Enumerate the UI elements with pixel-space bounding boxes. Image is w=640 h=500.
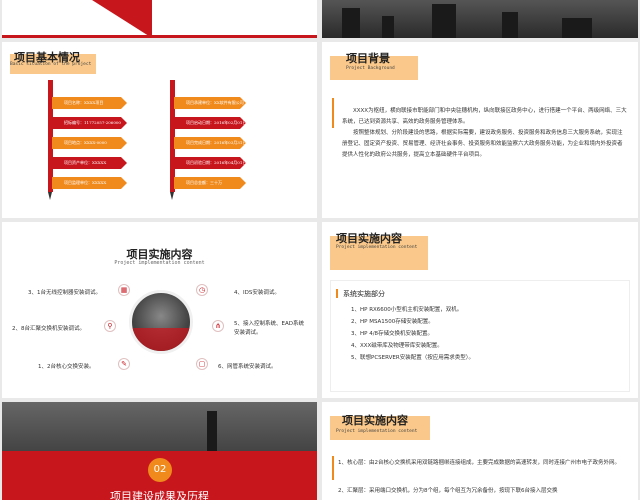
background-paragraph-1: XXXX为枢纽，横向联接市职能部门和中央驻穗机构，纵向联接区政务中心，进行搭建一… bbox=[342, 108, 627, 125]
list-item: 5、联想PCSERVER安装配置（按应用需求类型）。 bbox=[351, 355, 474, 361]
search-icon: ⚲ bbox=[104, 320, 116, 332]
accent-line bbox=[332, 456, 334, 480]
info-arrow: 项目初验日期：2016年04月01日 bbox=[174, 157, 246, 169]
slide-subtitle: Project implementation content bbox=[114, 260, 205, 266]
clock-icon: ◷ bbox=[196, 284, 208, 296]
impl-item: 2、8台汇聚交换机安装调试。 bbox=[12, 326, 85, 332]
pencil-left bbox=[48, 80, 53, 192]
impl-item: 6、网管系统安装调试。 bbox=[218, 364, 277, 370]
impl-item: 1、2台核心交换安装。 bbox=[38, 364, 95, 370]
info-arrow: 项目地点：XXXX-0000 bbox=[52, 137, 127, 149]
impl-item: 5、接入控制系统、EAD系统安装调试。 bbox=[234, 321, 304, 336]
info-arrow: 项目承建单位：XX软件有限公司 bbox=[174, 97, 246, 109]
impl-item: 4、IDS安装调试。 bbox=[234, 290, 280, 296]
info-arrow: 招标编号：11772057-206000 bbox=[52, 117, 127, 129]
city-circle-photo bbox=[129, 290, 193, 354]
building-shape bbox=[342, 8, 360, 38]
building-shape bbox=[562, 18, 592, 38]
building-shape bbox=[502, 12, 518, 38]
list-item: 1、HP RX6600小型机主机安装配置，双机。 bbox=[351, 307, 463, 313]
slide-title: 项目实施内容 bbox=[336, 232, 402, 245]
info-arrow: 项目名称：XXXX项目 bbox=[52, 97, 127, 109]
list-heading: 系统实施部分 bbox=[343, 290, 385, 298]
section-title: 项目建设成果及历程 bbox=[110, 490, 209, 500]
pencil-tip-right bbox=[170, 192, 174, 200]
info-arrow: 项目启动日期：2016年02月01日 bbox=[174, 117, 246, 129]
accent-line bbox=[332, 98, 334, 128]
info-arrow: 项目监理单位：XXXXX bbox=[52, 177, 127, 189]
detail-item: 1、核心层：由2台核心交换机采用双链路捆绑连接组成，主要完成数据的高速转发，同时… bbox=[338, 460, 621, 466]
detail-item: 2、汇聚层：采用端口交换机，分为8个组，每个组互为冗余备份，按现下联6台接入层交… bbox=[338, 488, 558, 494]
info-arrow: 项目完成日期：2016年03月31日 bbox=[174, 137, 246, 149]
slide-thumbnail-implementation-circle[interactable]: 项目实施内容 Project implementation content 3、… bbox=[2, 222, 317, 398]
calendar-icon: ▦ bbox=[118, 284, 130, 296]
slide-thumbnail-implementation-detail[interactable]: 项目实施内容 Project implementation content 1、… bbox=[322, 402, 638, 500]
slide-title: 项目实施内容 bbox=[342, 414, 408, 427]
system-list-box: 系统实施部分 1、HP RX6600小型机主机安装配置，双机。 2、HP MSA… bbox=[330, 280, 630, 392]
slide-thumbnail-background[interactable]: 项目背景 Project Background XXXX为枢纽，横向联接市职能部… bbox=[322, 42, 638, 218]
info-arrow: 项目资产单位：XXXXX bbox=[52, 157, 127, 169]
slide-subtitle: Basic situation of the project bbox=[10, 62, 92, 67]
list-item: 2、HP MSA1500存储安装配置。 bbox=[351, 319, 434, 325]
slide-subtitle: Project implementation content bbox=[336, 429, 418, 434]
red-triangle-decoration bbox=[92, 0, 152, 38]
slide-title: 项目背景 bbox=[346, 52, 390, 65]
slide-thumbnail-basic[interactable]: 项目基本情况 Basic situation of the project 项目… bbox=[2, 42, 317, 218]
slide-subtitle: Project implementation content bbox=[336, 245, 418, 250]
list-item: 3、HP 4/8存储交换机安装配置。 bbox=[351, 331, 434, 337]
share-icon: ⋔ bbox=[212, 320, 224, 332]
pencil-tip-left bbox=[48, 192, 52, 200]
info-arrow: 项目总金额：三十万 bbox=[174, 177, 246, 189]
red-bottom-bar bbox=[2, 35, 317, 38]
background-paragraph-2: 按照整体规划、分阶段建设的思路，根据实际需要，建设政务服务、投资服务和政务信息三… bbox=[342, 130, 623, 158]
slide-thumbnail-cover[interactable] bbox=[2, 0, 317, 38]
slide-thumbnail-implementation-list[interactable]: 项目实施内容 Project implementation content 系统… bbox=[322, 222, 638, 398]
slide-thumbnail-city[interactable] bbox=[322, 0, 638, 38]
city-photo bbox=[2, 402, 317, 451]
edit-icon: ✎ bbox=[118, 358, 130, 370]
list-item: 4、XXX磁带库及物理带库安装配置。 bbox=[351, 343, 443, 349]
building-shape bbox=[382, 16, 394, 38]
list-accent-bar bbox=[336, 289, 338, 298]
red-overlay bbox=[132, 327, 190, 351]
slide-thumbnail-section[interactable]: 02 项目建设成果及历程 bbox=[2, 402, 317, 500]
pencil-right bbox=[170, 80, 175, 192]
building-shape bbox=[432, 4, 456, 38]
tower-shape bbox=[207, 411, 217, 451]
display-icon: ▢ bbox=[196, 358, 208, 370]
section-number: 02 bbox=[148, 458, 172, 482]
slide-subtitle: Project Background bbox=[346, 66, 395, 71]
impl-item: 3、1台无线控制器安装调试。 bbox=[28, 290, 101, 296]
